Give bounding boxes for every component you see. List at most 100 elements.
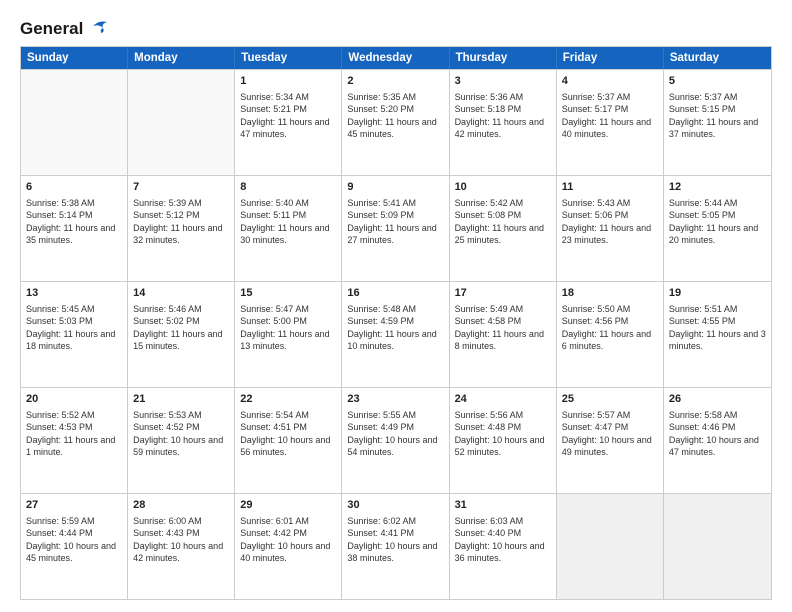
day-info: Sunrise: 5:42 AM Sunset: 5:08 PM Dayligh… <box>455 197 551 247</box>
day-info: Sunrise: 5:50 AM Sunset: 4:56 PM Dayligh… <box>562 303 658 353</box>
day-info: Sunrise: 5:36 AM Sunset: 5:18 PM Dayligh… <box>455 91 551 141</box>
day-number: 7 <box>133 180 229 195</box>
calendar-cell: 20Sunrise: 5:52 AM Sunset: 4:53 PM Dayli… <box>21 388 128 493</box>
day-info: Sunrise: 6:02 AM Sunset: 4:41 PM Dayligh… <box>347 515 443 565</box>
calendar-cell: 3 Sunrise: 5:36 AM Sunset: 5:18 PM Daylig… <box>450 70 557 175</box>
calendar-cell: 10 Sunrise: 5:42 AM Sunset: 5:08 PM Dayli… <box>450 176 557 281</box>
day-info: Sunrise: 5:52 AM Sunset: 4:53 PM Dayligh… <box>26 409 122 459</box>
day-number: 19 <box>669 286 766 301</box>
calendar-cell: 25 Sunrise: 5:57 AM Sunset: 4:47 PM Dayli… <box>557 388 664 493</box>
calendar-cell: 14Sunrise: 5:46 AM Sunset: 5:02 PM Dayli… <box>128 282 235 387</box>
day-info: Sunrise: 6:03 AM Sunset: 4:40 PM Dayligh… <box>455 515 551 565</box>
day-info: Sunrise: 5:35 AM Sunset: 5:20 PM Dayligh… <box>347 91 443 141</box>
calendar-cell <box>128 70 235 175</box>
calendar-body: 1Sunrise: 5:34 AM Sunset: 5:21 PM Daylig… <box>21 69 771 599</box>
day-number: 9 <box>347 180 443 195</box>
calendar-cell: 2 Sunrise: 5:35 AM Sunset: 5:20 PM Daylig… <box>342 70 449 175</box>
day-number: 17 <box>455 286 551 301</box>
logo: General <box>20 18 107 36</box>
calendar-cell: 24Sunrise: 5:56 AM Sunset: 4:48 PM Dayli… <box>450 388 557 493</box>
calendar-cell: 22 Sunrise: 5:54 AM Sunset: 4:51 PM Dayli… <box>235 388 342 493</box>
day-info: Sunrise: 5:47 AM Sunset: 5:00 PM Dayligh… <box>240 303 336 353</box>
day-header-tuesday: Tuesday <box>235 47 342 69</box>
day-info: Sunrise: 5:37 AM Sunset: 5:15 PM Dayligh… <box>669 91 766 141</box>
calendar-cell: 13 Sunrise: 5:45 AM Sunset: 5:03 PM Dayli… <box>21 282 128 387</box>
day-info: Sunrise: 5:49 AM Sunset: 4:58 PM Dayligh… <box>455 303 551 353</box>
day-number: 8 <box>240 180 336 195</box>
logo-bird-icon <box>85 18 107 36</box>
calendar-cell <box>664 494 771 599</box>
day-number: 31 <box>455 498 551 513</box>
day-info: Sunrise: 5:51 AM Sunset: 4:55 PM Dayligh… <box>669 303 766 353</box>
calendar-cell: 31 Sunrise: 6:03 AM Sunset: 4:40 PM Dayli… <box>450 494 557 599</box>
day-header-wednesday: Wednesday <box>342 47 449 69</box>
calendar-cell: 27 Sunrise: 5:59 AM Sunset: 4:44 PM Dayli… <box>21 494 128 599</box>
calendar-cell: 26 Sunrise: 5:58 AM Sunset: 4:46 PM Dayli… <box>664 388 771 493</box>
day-number: 28 <box>133 498 229 513</box>
day-number: 13 <box>26 286 122 301</box>
day-number: 11 <box>562 180 658 195</box>
calendar-cell: 29Sunrise: 6:01 AM Sunset: 4:42 PM Dayli… <box>235 494 342 599</box>
day-number: 22 <box>240 392 336 407</box>
day-header-thursday: Thursday <box>450 47 557 69</box>
logo-text: General <box>20 19 83 39</box>
day-info: Sunrise: 5:45 AM Sunset: 5:03 PM Dayligh… <box>26 303 122 353</box>
day-header-friday: Friday <box>557 47 664 69</box>
day-info: Sunrise: 5:40 AM Sunset: 5:11 PM Dayligh… <box>240 197 336 247</box>
calendar-week-5: 27 Sunrise: 5:59 AM Sunset: 4:44 PM Dayli… <box>21 493 771 599</box>
calendar-cell <box>21 70 128 175</box>
day-number: 6 <box>26 180 122 195</box>
day-info: Sunrise: 5:59 AM Sunset: 4:44 PM Dayligh… <box>26 515 122 565</box>
day-number: 24 <box>455 392 551 407</box>
calendar-cell: 15 Sunrise: 5:47 AM Sunset: 5:00 PM Dayli… <box>235 282 342 387</box>
day-number: 4 <box>562 74 658 89</box>
day-number: 30 <box>347 498 443 513</box>
calendar-week-4: 20Sunrise: 5:52 AM Sunset: 4:53 PM Dayli… <box>21 387 771 493</box>
day-number: 3 <box>455 74 551 89</box>
calendar: SundayMondayTuesdayWednesdayThursdayFrid… <box>20 46 772 600</box>
day-info: Sunrise: 6:01 AM Sunset: 4:42 PM Dayligh… <box>240 515 336 565</box>
calendar-cell: 16 Sunrise: 5:48 AM Sunset: 4:59 PM Dayli… <box>342 282 449 387</box>
calendar-cell: 18Sunrise: 5:50 AM Sunset: 4:56 PM Dayli… <box>557 282 664 387</box>
day-info: Sunrise: 5:39 AM Sunset: 5:12 PM Dayligh… <box>133 197 229 247</box>
day-info: Sunrise: 5:44 AM Sunset: 5:05 PM Dayligh… <box>669 197 766 247</box>
day-info: Sunrise: 5:58 AM Sunset: 4:46 PM Dayligh… <box>669 409 766 459</box>
day-number: 15 <box>240 286 336 301</box>
day-info: Sunrise: 5:46 AM Sunset: 5:02 PM Dayligh… <box>133 303 229 353</box>
calendar-cell: 19 Sunrise: 5:51 AM Sunset: 4:55 PM Dayli… <box>664 282 771 387</box>
day-header-monday: Monday <box>128 47 235 69</box>
day-info: Sunrise: 5:55 AM Sunset: 4:49 PM Dayligh… <box>347 409 443 459</box>
day-info: Sunrise: 5:43 AM Sunset: 5:06 PM Dayligh… <box>562 197 658 247</box>
calendar-cell: 8 Sunrise: 5:40 AM Sunset: 5:11 PM Daylig… <box>235 176 342 281</box>
day-info: Sunrise: 5:54 AM Sunset: 4:51 PM Dayligh… <box>240 409 336 459</box>
day-number: 2 <box>347 74 443 89</box>
day-number: 10 <box>455 180 551 195</box>
day-number: 21 <box>133 392 229 407</box>
calendar-page: General SundayMondayTuesdayWednesdayThur… <box>0 0 792 612</box>
day-number: 16 <box>347 286 443 301</box>
calendar-cell: 28 Sunrise: 6:00 AM Sunset: 4:43 PM Dayli… <box>128 494 235 599</box>
calendar-cell: 23Sunrise: 5:55 AM Sunset: 4:49 PM Dayli… <box>342 388 449 493</box>
calendar-cell: 17 Sunrise: 5:49 AM Sunset: 4:58 PM Dayli… <box>450 282 557 387</box>
day-number: 25 <box>562 392 658 407</box>
calendar-cell: 30 Sunrise: 6:02 AM Sunset: 4:41 PM Dayli… <box>342 494 449 599</box>
calendar-cell: 7 Sunrise: 5:39 AM Sunset: 5:12 PM Daylig… <box>128 176 235 281</box>
day-header-sunday: Sunday <box>21 47 128 69</box>
day-info: Sunrise: 5:41 AM Sunset: 5:09 PM Dayligh… <box>347 197 443 247</box>
day-number: 27 <box>26 498 122 513</box>
calendar-cell: 1Sunrise: 5:34 AM Sunset: 5:21 PM Daylig… <box>235 70 342 175</box>
day-info: Sunrise: 6:00 AM Sunset: 4:43 PM Dayligh… <box>133 515 229 565</box>
calendar-cell: 6Sunrise: 5:38 AM Sunset: 5:14 PM Daylig… <box>21 176 128 281</box>
day-number: 5 <box>669 74 766 89</box>
day-number: 12 <box>669 180 766 195</box>
day-header-saturday: Saturday <box>664 47 771 69</box>
calendar-week-3: 13 Sunrise: 5:45 AM Sunset: 5:03 PM Dayli… <box>21 281 771 387</box>
day-number: 26 <box>669 392 766 407</box>
calendar-cell: 4Sunrise: 5:37 AM Sunset: 5:17 PM Daylig… <box>557 70 664 175</box>
day-info: Sunrise: 5:53 AM Sunset: 4:52 PM Dayligh… <box>133 409 229 459</box>
calendar-week-2: 6Sunrise: 5:38 AM Sunset: 5:14 PM Daylig… <box>21 175 771 281</box>
day-info: Sunrise: 5:48 AM Sunset: 4:59 PM Dayligh… <box>347 303 443 353</box>
calendar-cell: 11 Sunrise: 5:43 AM Sunset: 5:06 PM Dayli… <box>557 176 664 281</box>
day-info: Sunrise: 5:57 AM Sunset: 4:47 PM Dayligh… <box>562 409 658 459</box>
calendar-cell: 12 Sunrise: 5:44 AM Sunset: 5:05 PM Dayli… <box>664 176 771 281</box>
